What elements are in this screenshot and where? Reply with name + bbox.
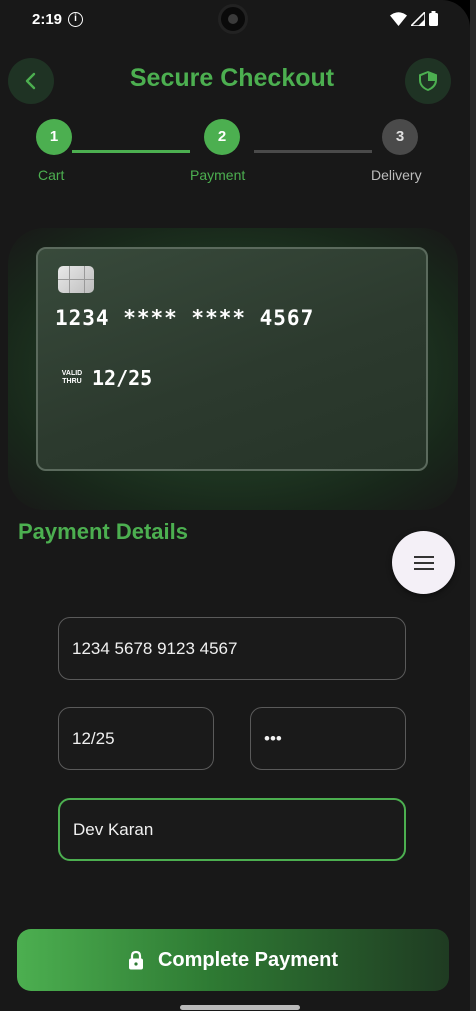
step-1-connector xyxy=(72,150,190,153)
valid-thru-label: VALID THRU xyxy=(55,370,89,386)
cardholder-name-input[interactable] xyxy=(73,819,404,840)
card-number-field[interactable] xyxy=(58,617,406,680)
expiry-input[interactable] xyxy=(72,728,213,749)
signal-icon xyxy=(411,11,425,26)
page-title: Secure Checkout xyxy=(129,64,335,92)
home-indicator xyxy=(180,1005,300,1010)
payment-details-title: Payment Details xyxy=(18,519,188,544)
device-bezel xyxy=(470,0,476,1011)
battery-icon xyxy=(429,11,438,26)
status-icons xyxy=(390,11,438,26)
expiry-field[interactable] xyxy=(58,707,214,770)
thru-label: THRU xyxy=(62,378,82,385)
step-2-connector xyxy=(254,150,372,153)
step-2-circle: 2 xyxy=(204,119,240,155)
complete-payment-button[interactable]: Complete Payment xyxy=(17,929,449,991)
card-preview-number: 1234 **** **** 4567 xyxy=(55,306,315,330)
status-bar: 2:19 i xyxy=(0,0,470,40)
camera-cutout xyxy=(218,4,248,34)
hamburger-icon xyxy=(413,555,434,570)
cvv-input[interactable] xyxy=(264,728,405,749)
step-2-label: Payment xyxy=(190,167,246,183)
lock-icon xyxy=(128,950,143,970)
valid-label: VALID xyxy=(61,370,83,377)
cardholder-name-field[interactable] xyxy=(58,798,406,861)
shield-icon xyxy=(419,71,437,91)
menu-fab[interactable] xyxy=(392,531,455,594)
card-preview-expiry: 12/25 xyxy=(92,366,153,390)
step-3-circle: 3 xyxy=(382,119,418,155)
wifi-icon xyxy=(390,11,407,26)
card-number-input[interactable] xyxy=(72,638,405,659)
card-chip-icon xyxy=(58,266,94,293)
cvv-field[interactable] xyxy=(250,707,406,770)
security-button[interactable] xyxy=(405,58,451,104)
status-time: 2:19 xyxy=(32,11,63,28)
step-1-label: Cart xyxy=(38,167,65,183)
step-3-label: Delivery xyxy=(371,167,422,183)
complete-payment-label: Complete Payment xyxy=(157,948,339,971)
phone-screen: 2:19 i Secure Checkout 1 2 3 Cart Paymen… xyxy=(0,0,470,1011)
credit-card-preview: 1234 **** **** 4567 VALID THRU 12/25 xyxy=(36,247,428,471)
info-icon: i xyxy=(68,12,83,27)
step-1-circle: 1 xyxy=(36,119,72,155)
